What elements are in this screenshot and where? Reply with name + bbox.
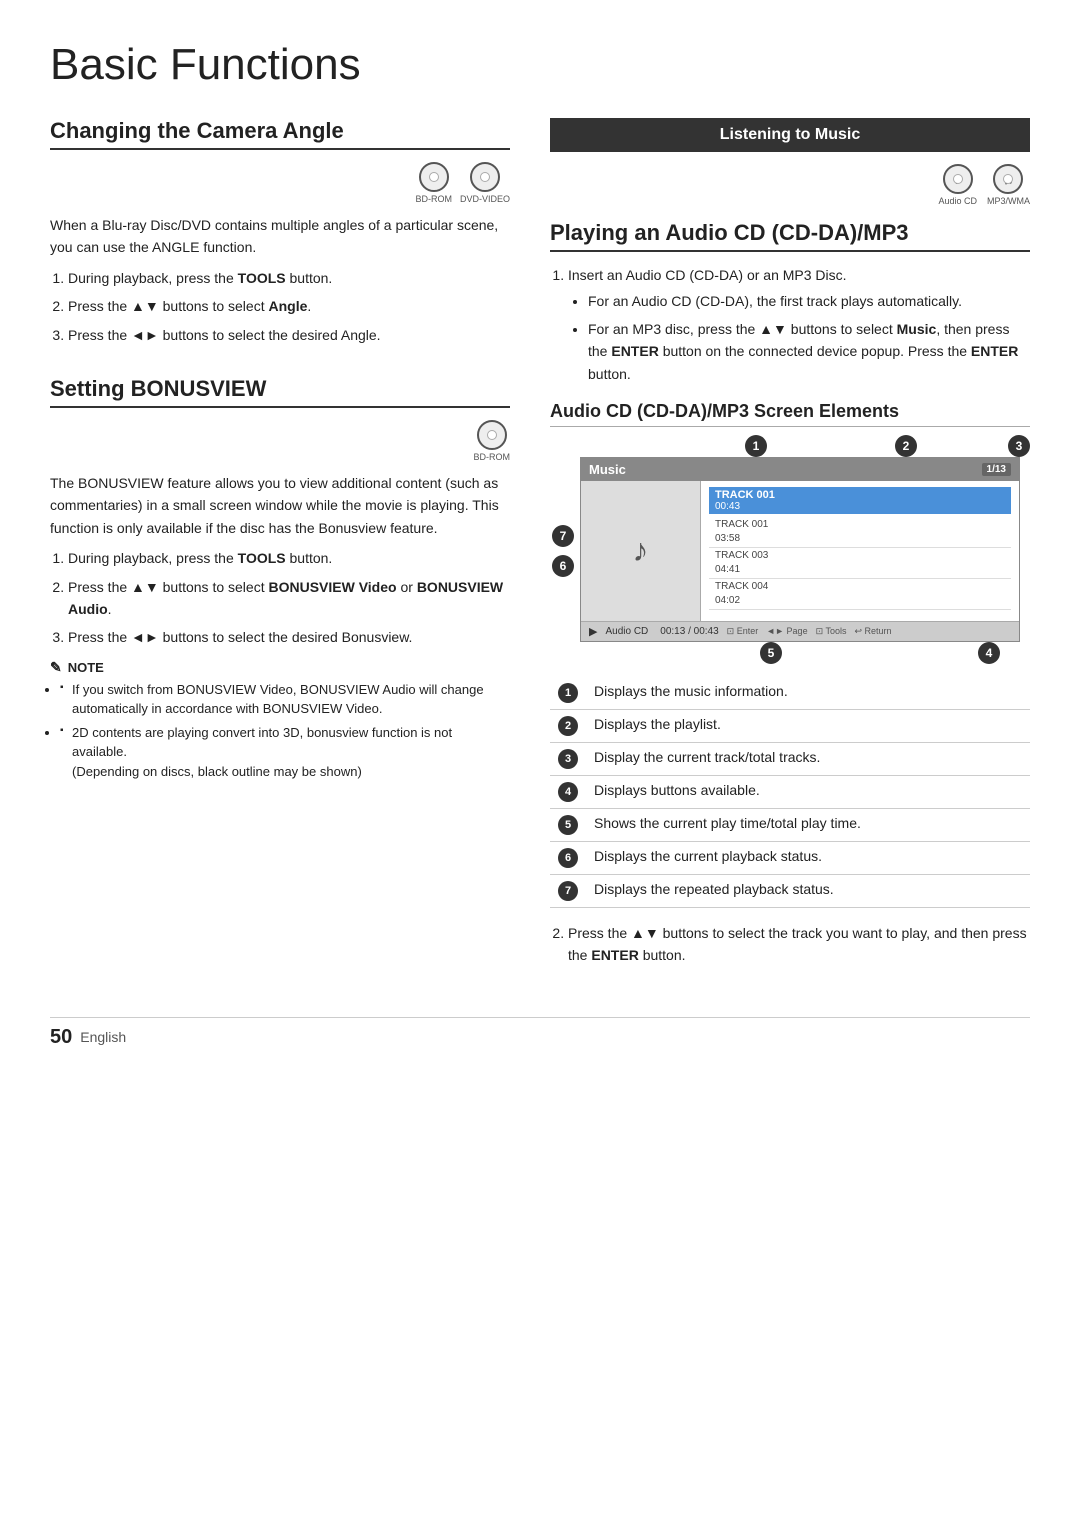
- desc-row-2: 2 Displays the playlist.: [550, 709, 1030, 742]
- section-heading-bonusview: Setting BONUSVIEW: [50, 376, 510, 408]
- desc-text-5: Shows the current play time/total play t…: [586, 808, 1030, 841]
- mp3-wma-icon: ♫ MP3/WMA: [987, 164, 1030, 206]
- playback-time: 00:13 / 00:43: [660, 626, 718, 637]
- desc-text-7: Displays the repeated playback status.: [586, 874, 1030, 907]
- desc-row-4: 4 Displays buttons available.: [550, 775, 1030, 808]
- note-pencil-icon: ✎: [50, 659, 62, 676]
- desc-text-6: Displays the current playback status.: [586, 841, 1030, 874]
- camera-step-1: During playback, press the TOOLS button.: [68, 267, 510, 289]
- page-number: 50: [50, 1026, 72, 1049]
- desc-num-1: 1: [558, 683, 578, 703]
- audio-step-1: Insert an Audio CD (CD-DA) or an MP3 Dis…: [568, 264, 1030, 385]
- screen-elements-heading: Audio CD (CD-DA)/MP3 Screen Elements: [550, 401, 1030, 427]
- music-screen: Music 1/13 ♪ TRACK 001 00:43 TRACK 00103…: [580, 457, 1020, 642]
- desc-row-5: 5 Shows the current play time/total play…: [550, 808, 1030, 841]
- note-header: ✎ NOTE: [50, 659, 510, 676]
- listening-header: Listening to Music: [550, 118, 1030, 152]
- track-list: TRACK 001 00:43 TRACK 00103:58 TRACK 003…: [701, 481, 1019, 621]
- section-heading-audio-cd: Playing an Audio CD (CD-DA)/MP3: [550, 220, 1030, 252]
- bonusview-step-3: Press the ◄► buttons to select the desir…: [68, 626, 510, 648]
- music-note-icon: ♪: [581, 481, 701, 621]
- play-icon: ▶: [589, 625, 597, 638]
- desc-text-4: Displays buttons available.: [586, 775, 1030, 808]
- description-table: 1 Displays the music information. 2 Disp…: [550, 677, 1030, 908]
- desc-text-3: Display the current track/total tracks.: [586, 742, 1030, 775]
- bonusview-intro: The BONUSVIEW feature allows you to view…: [50, 472, 510, 539]
- screen-footer: ▶ Audio CD 00:13 / 00:43 ⊡ Enter ◄► Page…: [581, 621, 1019, 641]
- desc-row-6: 6 Displays the current playback status.: [550, 841, 1030, 874]
- bullet-2: For an MP3 disc, press the ▲▼ buttons to…: [588, 318, 1030, 385]
- callout-6: 6: [552, 555, 574, 577]
- desc-num-5: 5: [558, 815, 578, 835]
- camera-intro: When a Blu-ray Disc/DVD contains multipl…: [50, 214, 510, 259]
- cd-label: Audio CD: [605, 626, 648, 637]
- note-item-2: 2D contents are playing convert into 3D,…: [60, 723, 510, 782]
- callout-2: 2: [895, 435, 917, 457]
- page-language: English: [80, 1029, 126, 1045]
- callout-4: 4: [978, 642, 1000, 664]
- note-item-1: If you switch from BONUSVIEW Video, BONU…: [60, 680, 510, 719]
- current-track-time: 00:43: [715, 501, 1005, 512]
- desc-row-3: 3 Display the current track/total tracks…: [550, 742, 1030, 775]
- desc-num-6: 6: [558, 848, 578, 868]
- track-item-3: TRACK 00404:02: [709, 579, 1011, 610]
- bonusview-step-2: Press the ▲▼ buttons to select BONUSVIEW…: [68, 576, 510, 621]
- desc-row-7: 7 Displays the repeated playback status.: [550, 874, 1030, 907]
- callout-7: 7: [552, 525, 574, 547]
- camera-step-3: Press the ◄► buttons to select the desir…: [68, 324, 510, 346]
- page-title: Basic Functions: [50, 40, 1030, 90]
- bd-rom-icon: ⊕ BD-ROM: [415, 162, 452, 204]
- bullet-1: For an Audio CD (CD-DA), the first track…: [588, 290, 1030, 312]
- audio-cd-icon: ♪ Audio CD: [938, 164, 977, 206]
- callout-3: 3: [1008, 435, 1030, 457]
- callout-1: 1: [745, 435, 767, 457]
- camera-step-2: Press the ▲▼ buttons to select Angle.: [68, 295, 510, 317]
- section-heading-camera: Changing the Camera Angle: [50, 118, 510, 150]
- track-item-1: TRACK 00103:58: [709, 517, 1011, 548]
- audio-step-2: Press the ▲▼ buttons to select the track…: [568, 922, 1030, 967]
- callout-5: 5: [760, 642, 782, 664]
- desc-num-4: 4: [558, 782, 578, 802]
- track-badge: 1/13: [982, 463, 1011, 476]
- desc-row-1: 1 Displays the music information.: [550, 677, 1030, 710]
- desc-num-3: 3: [558, 749, 578, 769]
- footer-controls: ⊡ Enter ◄► Page ⊡ Tools ↩ Return: [727, 626, 892, 637]
- bonusview-step-1: During playback, press the TOOLS button.: [68, 547, 510, 569]
- current-track-name: TRACK 001: [715, 489, 1005, 501]
- desc-text-2: Displays the playlist.: [586, 709, 1030, 742]
- desc-num-7: 7: [558, 881, 578, 901]
- bonusview-bd-rom-icon: ⊕ BD-ROM: [474, 420, 511, 462]
- desc-num-2: 2: [558, 716, 578, 736]
- desc-text-1: Displays the music information.: [586, 677, 1030, 710]
- screen-music-label: Music: [589, 462, 626, 477]
- dvd-video-icon: ⊕ DVD-VIDEO: [460, 162, 510, 204]
- track-item-2: TRACK 00304:41: [709, 548, 1011, 579]
